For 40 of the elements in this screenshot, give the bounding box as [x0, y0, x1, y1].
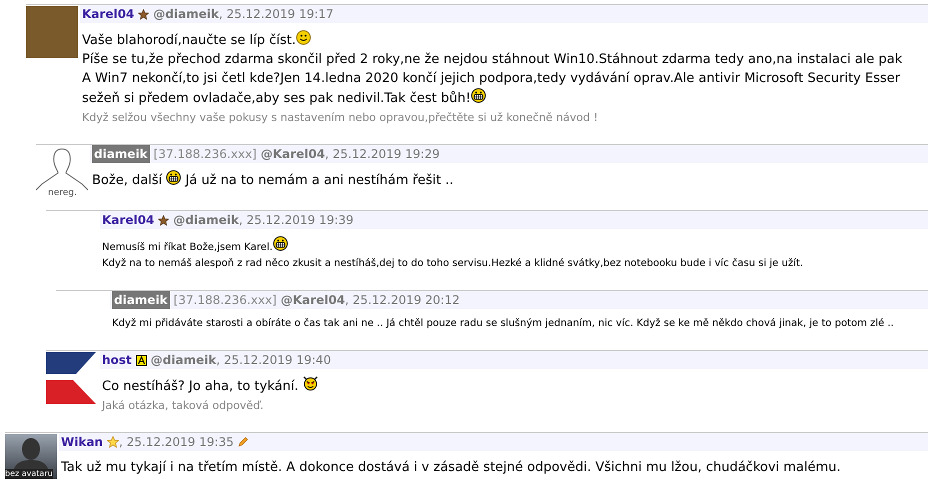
grin-icon [470, 88, 486, 103]
comment-text: Tak už mu tykají i na třetím místě. A dokonce dostává i v zásadě stejné odpovědi. Všichni mu lžou, chudáčkovi malému. [61, 459, 842, 477]
devil-icon [302, 376, 318, 391]
comment-date: , 25.12.2019 19:29 [325, 146, 440, 163]
comment-text: Bože, další Já už na to nemám a ani nestíhám řešit .. [92, 170, 928, 190]
reply-to-link[interactable]: @diameik [150, 351, 216, 369]
comment-text: sežeň si předem ovladače,aby ses pak nedivil.Tak čest bůh! [82, 88, 928, 108]
comment-date: , 25.12.2019 19:17 [218, 6, 334, 23]
reply-to-link[interactable]: @diameik [173, 211, 239, 229]
comment-text: Píše se tu,že přechod zdarma skončil před 2 roky,ne že nejdou stáhnout Win10.Stáhnout zdarma tedy ano,na instalaci ale pak [82, 51, 904, 69]
comment-text: A Win7 nekončí,to jsi četl kde?Jen 14.ledna 2020 končí jejich podpora,tedy vydávání oprav.Ale antivir Microsoft Security Esser [82, 70, 902, 88]
comment-text: Když na to nemáš alespoň z rad něco zkusit a nestíháš,dej to do toho servisu.Hezké a klidné svátky,bez notebooku bude i víc času si je užít. [102, 257, 804, 271]
comment-text: Nemusíš mi říkat Bože,jsem Karel. [102, 236, 928, 256]
author-link[interactable]: Karel04 [82, 5, 134, 23]
grin-icon [272, 236, 288, 251]
comment-text: Vaše blahorodí,naučte se líp číst. [82, 30, 928, 50]
author-link[interactable]: Wikan [61, 433, 103, 451]
reply-to-link[interactable]: @diameik [153, 5, 219, 23]
signature: Jaká otázka, taková odpověď. [100, 398, 265, 414]
avatar-label: bez avataru [5, 469, 53, 479]
grin-icon [166, 170, 182, 185]
ip-address: [37.188.236.xxx] [174, 292, 277, 309]
comment-text: Když mi přidáváte starosti a obíráte o čas tak ani ne .. Já chtěl pouze radu se slušným jednaním, nic víc. Když se ke mě někdo chová jinak, je to potom zlé .. [112, 317, 895, 331]
comment-date: , 25.12.2019 19:40 [216, 352, 331, 369]
flag-avatar-icon [46, 352, 96, 404]
avatar-photo-placeholder [26, 6, 78, 58]
author-name: diameik [92, 145, 150, 163]
comment-date: , 25.12.2019 20:12 [345, 292, 460, 309]
avatar-label: nereg. [48, 188, 77, 198]
comment-date: , 25.12.2019 19:35 [118, 434, 234, 451]
comment-date: , 25.12.2019 19:39 [238, 212, 354, 229]
author-link[interactable]: Karel04 [102, 211, 154, 229]
signature: Když selžou všechny vaše pokusy s nastavením nebo opravou,přečtěte si už konečně návod ! [81, 110, 599, 126]
comment-text: Co nestíháš? Jo aha, to tykání. [102, 376, 928, 396]
author-link[interactable]: host [102, 351, 132, 369]
reply-to-link[interactable]: @Karel04 [260, 145, 326, 163]
reply-to-link[interactable]: @Karel04 [280, 291, 346, 309]
author-name: diameik [112, 291, 170, 309]
smiley-icon [296, 30, 311, 45]
ip-address: [37.188.236.xxx] [154, 146, 257, 163]
